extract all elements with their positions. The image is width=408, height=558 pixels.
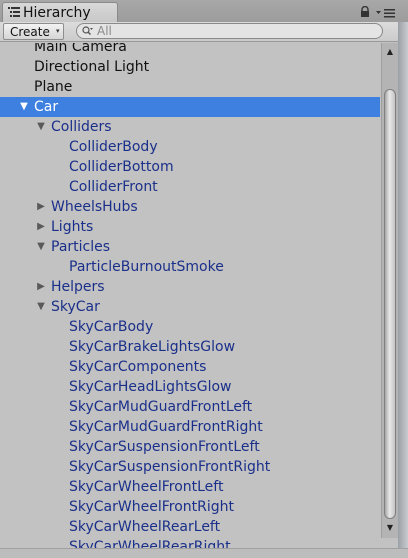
scroll-down-arrow-icon[interactable]: ▼: [382, 521, 398, 535]
hierarchy-row[interactable]: ParticleBurnoutSmoke: [0, 257, 380, 277]
hierarchy-row[interactable]: SkyCarWheelRearRight: [0, 537, 380, 548]
hierarchy-row[interactable]: SkyCarMudGuardFrontRight: [0, 417, 380, 437]
hierarchy-row[interactable]: ColliderBody: [0, 137, 380, 157]
hierarchy-row-label: SkyCarMudGuardFrontRight: [69, 419, 263, 435]
hierarchy-row[interactable]: ▶ Helpers: [0, 277, 380, 297]
hierarchy-row[interactable]: SkyCarHeadLightsGlow: [0, 377, 380, 397]
search-icon[interactable]: [82, 26, 93, 36]
hierarchy-toolbar: Create ▾: [0, 22, 408, 42]
expand-arrow-down-icon[interactable]: ▼: [35, 117, 47, 137]
hierarchy-row-label: SkyCarWheelRearLeft: [69, 519, 221, 535]
hierarchy-row[interactable]: SkyCarSuspensionFrontLeft: [0, 437, 380, 457]
hierarchy-row-label: Main Camera: [34, 43, 127, 55]
hierarchy-row-label: SkyCarWheelRearRight: [69, 539, 231, 548]
tab-title: Hierarchy: [23, 5, 91, 21]
hierarchy-row-label: Car: [34, 99, 59, 115]
panel-edge: [398, 22, 408, 558]
expand-arrow-right-icon[interactable]: ▶: [35, 277, 47, 297]
hierarchy-row-label: SkyCarSuspensionFrontLeft: [69, 439, 260, 455]
hierarchy-tree: Main Camera Directional Light Plane ▼ Car ▼ Co…: [0, 43, 380, 548]
hierarchy-row-label: SkyCarMudGuardFrontLeft: [69, 399, 253, 415]
search-input[interactable]: [97, 24, 367, 38]
hierarchy-row-label: Colliders: [51, 119, 112, 135]
hierarchy-row-label: Lights: [51, 219, 94, 235]
expand-arrow-right-icon[interactable]: ▶: [35, 197, 47, 217]
hierarchy-row-label: Particles: [51, 239, 111, 255]
hierarchy-row[interactable]: SkyCarWheelFrontRight: [0, 497, 380, 517]
hierarchy-row[interactable]: SkyCarSuspensionFrontRight: [0, 457, 380, 477]
create-button-label: Create: [10, 25, 50, 39]
hierarchy-row-label: Directional Light: [34, 59, 150, 75]
hierarchy-row-label: SkyCarBrakeLightsGlow: [69, 339, 236, 355]
hierarchy-row-label: ParticleBurnoutSmoke: [69, 259, 224, 275]
hierarchy-row[interactable]: SkyCarMudGuardFrontLeft: [0, 397, 380, 417]
search-field[interactable]: [76, 23, 383, 39]
hierarchy-row[interactable]: SkyCarWheelRearLeft: [0, 517, 380, 537]
hierarchy-row[interactable]: ▼ Car: [0, 97, 380, 117]
hierarchy-row[interactable]: SkyCarBody: [0, 317, 380, 337]
hierarchy-row-label: SkyCarBody: [69, 319, 154, 335]
hierarchy-row[interactable]: SkyCarWheelFrontLeft: [0, 477, 380, 497]
expand-arrow-down-icon[interactable]: ▼: [35, 297, 47, 317]
tab-hierarchy[interactable]: Hierarchy: [2, 2, 118, 22]
hierarchy-row-label: Helpers: [51, 279, 105, 295]
hierarchy-row[interactable]: Plane: [0, 77, 380, 97]
hierarchy-row[interactable]: SkyCarComponents: [0, 357, 380, 377]
hierarchy-row[interactable]: Directional Light: [0, 57, 380, 77]
chevron-down-icon: ▾: [56, 27, 60, 35]
expand-arrow-down-icon[interactable]: ▼: [18, 97, 30, 117]
scrollbar-thumb[interactable]: [384, 89, 396, 519]
lock-icon[interactable]: [360, 6, 370, 18]
hierarchy-row-label: ColliderFront: [69, 179, 158, 195]
hierarchy-row[interactable]: SkyCarBrakeLightsGlow: [0, 337, 380, 357]
hierarchy-row-label: ColliderBottom: [69, 159, 174, 175]
hierarchy-row-label: SkyCarWheelFrontRight: [69, 499, 234, 515]
hierarchy-row[interactable]: ColliderFront: [0, 177, 380, 197]
panel-menu-icon[interactable]: [376, 8, 396, 18]
hierarchy-row[interactable]: ▶ WheelsHubs: [0, 197, 380, 217]
expand-arrow-down-icon[interactable]: ▼: [35, 237, 47, 257]
hierarchy-row[interactable]: ColliderBottom: [0, 157, 380, 177]
hierarchy-row-label: ColliderBody: [69, 139, 158, 155]
hierarchy-list-icon: [8, 7, 20, 17]
expand-arrow-right-icon[interactable]: ▶: [35, 217, 47, 237]
hierarchy-row[interactable]: ▶ Lights: [0, 217, 380, 237]
hierarchy-row-label: SkyCarWheelFrontLeft: [69, 479, 224, 495]
hierarchy-row-label: WheelsHubs: [51, 199, 138, 215]
hierarchy-row-label: SkyCarSuspensionFrontRight: [69, 459, 271, 475]
hierarchy-row-label: SkyCarHeadLightsGlow: [69, 379, 232, 395]
hierarchy-row[interactable]: Main Camera: [0, 43, 380, 57]
hierarchy-row-label: Plane: [34, 79, 73, 95]
panel-bottom-edge: [0, 548, 408, 558]
vertical-scrollbar[interactable]: ▲ ▼: [381, 43, 398, 538]
scroll-up-arrow-icon[interactable]: ▲: [382, 45, 398, 59]
hierarchy-row-label: SkyCarComponents: [69, 359, 207, 375]
hierarchy-row-label: SkyCar: [51, 299, 100, 315]
hierarchy-row[interactable]: ▼ SkyCar: [0, 297, 380, 317]
create-button[interactable]: Create ▾: [3, 23, 64, 40]
tab-bar: Hierarchy: [0, 0, 408, 22]
hierarchy-row[interactable]: ▼ Particles: [0, 237, 380, 257]
hierarchy-window: Hierarchy Create ▾ Main CameraDirectiona: [0, 0, 408, 558]
hierarchy-row[interactable]: ▼ Colliders: [0, 117, 380, 137]
